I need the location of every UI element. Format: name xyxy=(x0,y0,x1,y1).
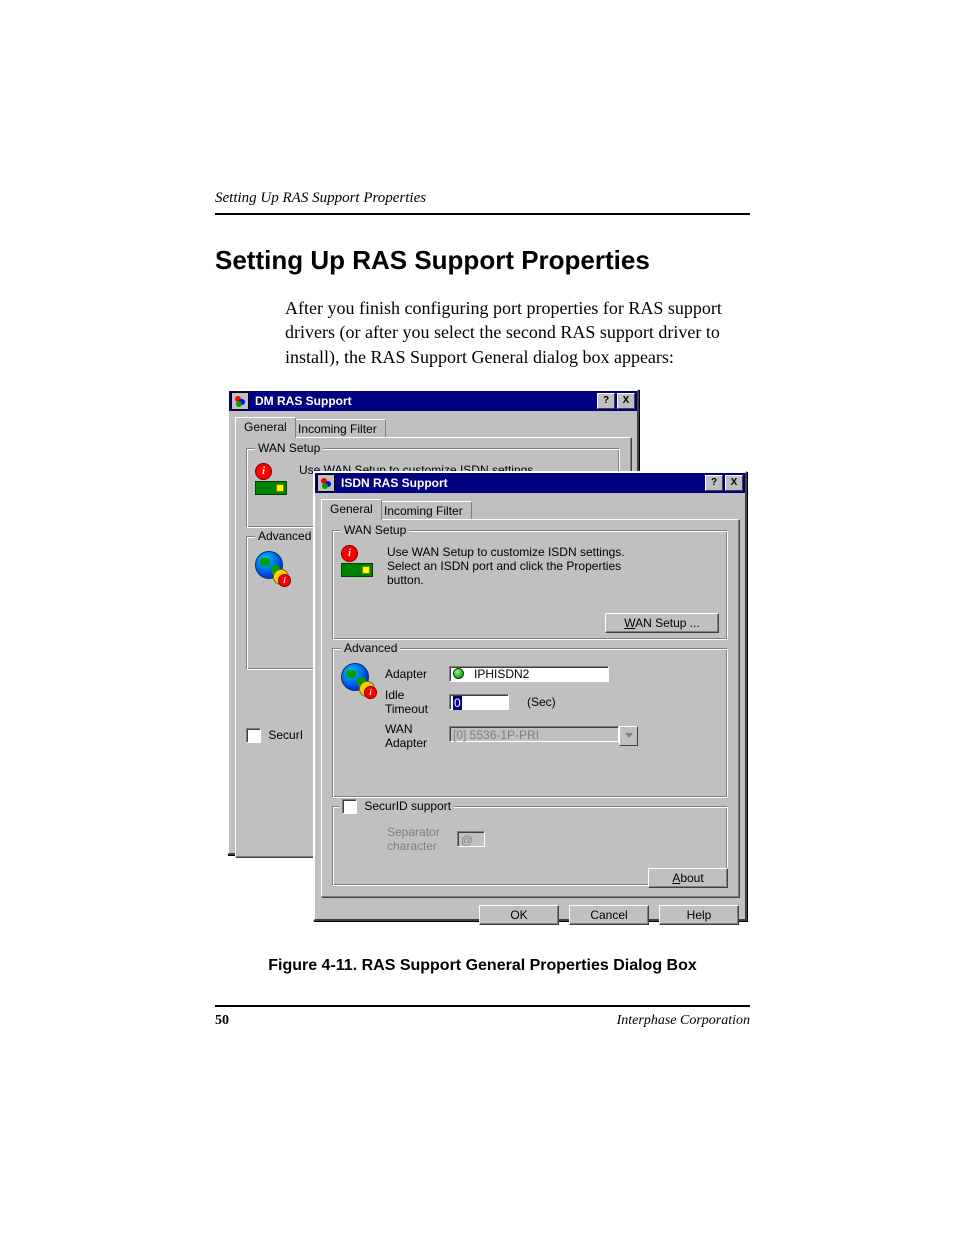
ok-button[interactable]: OK xyxy=(479,905,559,925)
close-button-back[interactable]: X xyxy=(617,393,635,409)
wan-setup-icon: i xyxy=(255,463,289,495)
tab-incoming-filter-back[interactable]: Incoming Filter xyxy=(289,419,386,438)
section-title: Setting Up RAS Support Properties xyxy=(215,245,750,276)
wan-setup-button[interactable]: WAN Setup ... xyxy=(605,613,719,633)
status-led-icon xyxy=(453,668,464,679)
wan-setup-text-line3: button. xyxy=(387,573,625,587)
app-icon xyxy=(317,474,335,492)
help-button-front[interactable]: ? xyxy=(705,475,723,491)
dialog-isdn-ras-support: ISDN RAS Support ? X General Incoming Fi… xyxy=(313,471,747,921)
tab-general-front[interactable]: General xyxy=(321,499,382,520)
advanced-legend-back: Advanced xyxy=(255,529,314,543)
close-button-front[interactable]: X xyxy=(725,475,743,491)
title-text-front: ISDN RAS Support xyxy=(339,476,703,490)
title-text-back: DM RAS Support xyxy=(253,394,595,408)
app-icon xyxy=(231,392,249,410)
idle-label-1: Idle xyxy=(385,688,449,702)
tab-general-back[interactable]: General xyxy=(235,417,296,438)
globe-icon: i xyxy=(341,663,373,695)
idle-label-2: Timeout xyxy=(385,702,449,716)
figure-screenshot: DM RAS Support ? X General Incoming Filt… xyxy=(215,389,750,919)
securid-label-back: SecurI xyxy=(268,728,303,742)
separator-label-2: character xyxy=(387,839,457,853)
adapter-label: Adapter xyxy=(385,667,449,681)
adapter-field: IPHISDN2 xyxy=(449,666,609,682)
idle-timeout-input[interactable]: 0 xyxy=(449,694,509,710)
section-paragraph: After you finish configuring port proper… xyxy=(285,296,750,369)
chevron-down-icon xyxy=(619,726,638,746)
securid-checkbox[interactable] xyxy=(342,799,357,814)
wan-adapter-label-1: WAN xyxy=(385,722,449,736)
about-button[interactable]: About xyxy=(648,868,728,888)
page-number: 50 xyxy=(215,1013,229,1029)
separator-input: @ xyxy=(457,831,485,847)
help-button[interactable]: Help xyxy=(659,905,739,925)
idle-unit-label: (Sec) xyxy=(527,695,556,709)
separator-label-1: Separator xyxy=(387,825,457,839)
titlebar-back[interactable]: DM RAS Support ? X xyxy=(229,391,637,411)
securid-checkbox-back[interactable] xyxy=(246,728,261,743)
info-icon: i xyxy=(255,463,272,480)
wan-setup-icon: i xyxy=(341,545,375,577)
help-button-back[interactable]: ? xyxy=(597,393,615,409)
wan-adapter-combo: [0] 5536-1P-PRI xyxy=(449,726,619,742)
titlebar-front[interactable]: ISDN RAS Support ? X xyxy=(315,473,745,493)
header-rule xyxy=(215,213,750,215)
figure-caption: Figure 4-11. RAS Support General Propert… xyxy=(215,957,750,975)
company-name: Interphase Corporation xyxy=(617,1013,750,1029)
footer-rule xyxy=(215,1005,750,1007)
wan-setup-legend-back: WAN Setup xyxy=(255,441,323,455)
tab-incoming-filter-front[interactable]: Incoming Filter xyxy=(375,501,472,520)
securid-label: SecurID support xyxy=(364,799,451,813)
running-head: Setting Up RAS Support Properties xyxy=(215,190,750,207)
cancel-button[interactable]: Cancel xyxy=(569,905,649,925)
globe-icon: i xyxy=(255,551,287,583)
wan-setup-text-line1: Use WAN Setup to customize ISDN settings… xyxy=(387,545,625,559)
wan-setup-text-line2: Select an ISDN port and click the Proper… xyxy=(387,559,625,573)
advanced-legend: Advanced xyxy=(341,641,400,655)
adapter-value: IPHISDN2 xyxy=(474,667,529,681)
wan-setup-legend: WAN Setup xyxy=(341,523,409,537)
info-icon: i xyxy=(341,545,358,562)
wan-adapter-label-2: Adapter xyxy=(385,736,449,750)
